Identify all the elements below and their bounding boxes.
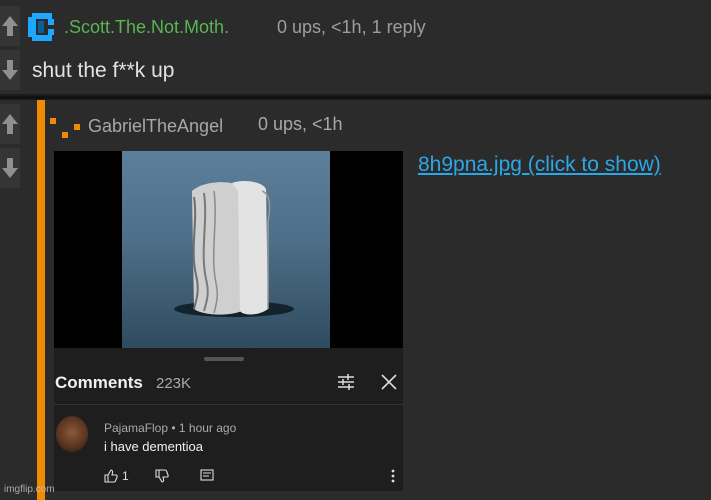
imgflip-watermark: imgflip.com: [4, 484, 55, 495]
reply-thread-bar: [37, 100, 45, 500]
more-vertical-icon[interactable]: [390, 468, 396, 484]
username-link[interactable]: .Scott.The.Not.Moth.: [64, 17, 229, 38]
upvote-button[interactable]: [0, 104, 20, 144]
thumbs-up-icon[interactable]: [104, 469, 118, 483]
commenter-avatar[interactable]: [56, 416, 88, 452]
downvote-button[interactable]: [0, 148, 20, 188]
username-link[interactable]: GabrielTheAngel: [88, 116, 223, 137]
close-icon[interactable]: [380, 373, 398, 391]
arrow-down-icon: [2, 158, 18, 178]
filter-icon[interactable]: [337, 373, 355, 391]
arrow-up-icon: [2, 16, 18, 36]
upvote-button[interactable]: [0, 6, 20, 46]
thumbs-down-icon[interactable]: [155, 469, 169, 483]
embedded-screenshot[interactable]: Comments 223K PajamaFlop • 1 hour ago i …: [54, 151, 403, 491]
comment-scott: .Scott.The.Not.Moth. 0 ups, <1h, 1 reply…: [0, 0, 711, 94]
comment-meta: 0 ups, <1h, 1 reply: [277, 17, 426, 37]
comment-gabriel: GabrielTheAngel 0 ups, <1h 8h9pna.jpg (c…: [0, 100, 711, 500]
image-show-link[interactable]: 8h9pna.jpg (click to show): [418, 153, 661, 177]
commenter-name: PajamaFlop • 1 hour ago: [104, 421, 237, 435]
drag-handle[interactable]: [204, 357, 244, 361]
arrow-up-icon: [2, 114, 18, 134]
arrow-down-icon: [2, 60, 18, 80]
comment-text: shut the f**k up: [32, 59, 175, 82]
video-thumbnail: [122, 151, 330, 348]
comments-count: 223K: [156, 375, 192, 392]
comment-body: i have dementioa: [104, 439, 204, 454]
comments-panel: Comments 223K PajamaFlop • 1 hour ago i …: [54, 348, 403, 491]
reply-icon[interactable]: [200, 469, 214, 483]
pixel-avatar-orange-icon[interactable]: [48, 112, 82, 140]
paper-sculpture-image: [174, 181, 294, 317]
comment-meta: 0 ups, <1h: [258, 114, 343, 134]
panel-divider: [54, 404, 403, 405]
comment-divider: [0, 96, 711, 99]
pixel-avatar-blue-icon[interactable]: [26, 11, 58, 43]
comments-title: Comments: [55, 373, 143, 392]
like-count: 1: [122, 469, 129, 483]
downvote-button[interactable]: [0, 50, 20, 90]
